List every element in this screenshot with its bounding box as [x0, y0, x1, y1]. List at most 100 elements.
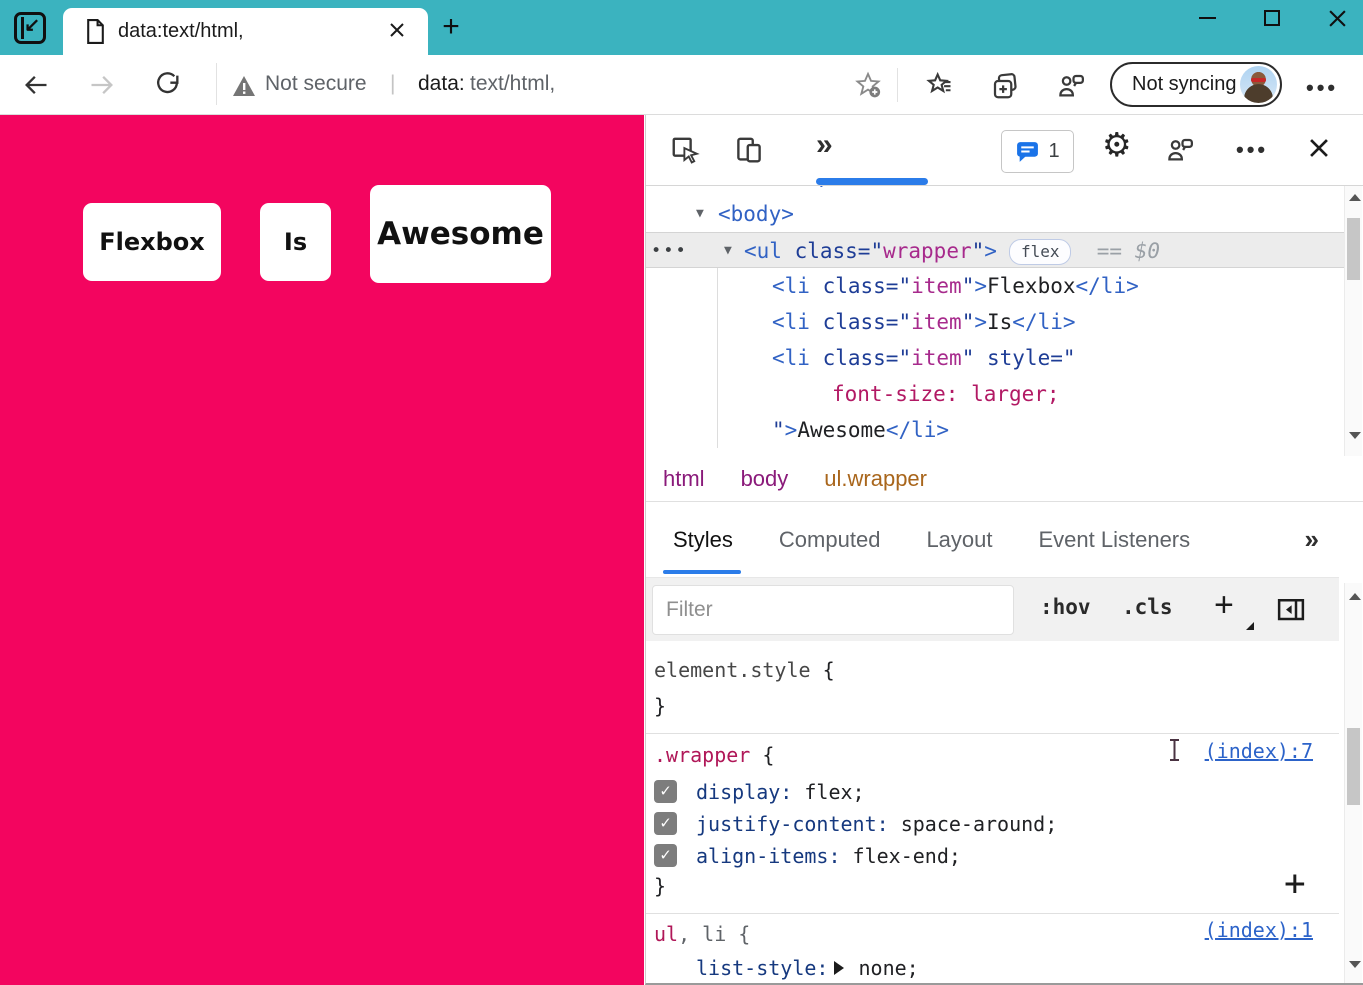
code-token: [810, 274, 823, 298]
scroll-down-arrow[interactable]: [1349, 961, 1361, 968]
code-token: class=": [823, 310, 912, 334]
devtools-feedback-icon[interactable]: [1165, 135, 1195, 165]
feedback-person-icon[interactable]: [1056, 71, 1086, 101]
tab-title: data:text/html,: [118, 20, 244, 43]
forward-button[interactable]: [88, 71, 116, 99]
elements-tree-row-li-is[interactable]: <li class="item">Is</li>: [646, 304, 1344, 340]
property-display[interactable]: ✓ display: flex;: [646, 776, 1339, 808]
elements-tree-row-li-style-open[interactable]: <li class="item" style=": [646, 340, 1344, 376]
ul-li-rule-selector[interactable]: ul, li {: [654, 918, 750, 950]
code-token: Awesome: [797, 418, 886, 442]
issues-counter[interactable]: 1: [1001, 130, 1074, 173]
scroll-up-arrow[interactable]: [1349, 593, 1361, 600]
breadcrumb-html[interactable]: html: [663, 466, 705, 492]
styles-scrollbar[interactable]: [1344, 583, 1362, 983]
property-justify-content[interactable]: ✓ justify-content: space-around;: [646, 808, 1339, 840]
inspect-element-icon[interactable]: [670, 135, 700, 165]
more-sidebar-tabs-chevron-icon[interactable]: »: [1305, 524, 1319, 555]
toggle-sidebar-icon[interactable]: [1276, 594, 1306, 624]
row-actions-dots[interactable]: •••: [651, 233, 688, 269]
devtools-panel: » 1 ⚙ ••• <head> </head>▼<body>•••▼<ul c…: [645, 115, 1363, 985]
code-token: Flexbox: [987, 274, 1076, 298]
wrapper-rule-selector[interactable]: .wrapper {: [654, 739, 774, 771]
styles-tab-underline: [663, 570, 741, 574]
wrapper-rule-source-link[interactable]: (index):7: [1205, 739, 1313, 763]
property-checkbox[interactable]: ✓: [654, 812, 677, 835]
device-toolbar-icon[interactable]: [734, 135, 764, 165]
back-button[interactable]: [22, 71, 50, 99]
ul-li-rule-source-link[interactable]: (index):1: [1205, 918, 1313, 942]
property-checkbox[interactable]: ✓: [654, 844, 677, 867]
expander-triangle-icon[interactable]: ▼: [696, 196, 704, 232]
devtools-menu-icon[interactable]: •••: [1236, 137, 1268, 163]
code-token: </li>: [1012, 310, 1075, 334]
code-token: class=": [795, 239, 884, 263]
property-checkbox[interactable]: ✓: [654, 780, 677, 803]
devtools-close-icon[interactable]: [1308, 137, 1330, 159]
class-toggle[interactable]: .cls: [1122, 595, 1173, 619]
breadcrumb-ul-wrapper[interactable]: ul.wrapper: [824, 466, 927, 492]
add-property-button[interactable]: +: [1284, 863, 1306, 904]
elements-tree-row-head[interactable]: <head> </head>: [646, 186, 1344, 196]
code-token: <ul: [744, 239, 782, 263]
code-token: <head>: [718, 186, 794, 190]
security-label[interactable]: Not secure: [265, 72, 367, 96]
styles-filter-input[interactable]: [652, 585, 1014, 635]
rule-separator: [646, 913, 1339, 914]
code-token: item: [911, 346, 962, 370]
not-secure-warning-icon[interactable]: [232, 75, 256, 97]
code-token: [810, 346, 823, 370]
elements-tree-row-body[interactable]: ▼ <body>: [646, 196, 1344, 232]
flex-item-flexbox: Flexbox: [83, 203, 221, 281]
elements-tree-row-li-style-close[interactable]: ">Awesome</li>: [646, 412, 1344, 448]
tab-computed[interactable]: Computed: [779, 527, 881, 553]
console-reference-label: $0: [1135, 239, 1160, 263]
element-style-rule[interactable]: element.style {: [654, 654, 835, 686]
browser-menu-icon[interactable]: •••: [1306, 75, 1338, 101]
url-rest[interactable]: text/html,: [470, 72, 555, 96]
settings-gear-icon[interactable]: ⚙: [1102, 130, 1132, 160]
new-style-rule-button[interactable]: +: [1214, 586, 1234, 625]
browser-toolbar: Not secure | data: text/html, Not syncin…: [0, 55, 1363, 115]
new-rule-dropdown-corner: [1246, 622, 1254, 630]
wrapper-rule-close-brace: }: [654, 870, 666, 902]
tab-event-listeners[interactable]: Event Listeners: [1039, 527, 1191, 553]
collections-icon[interactable]: [990, 71, 1020, 101]
browser-tab[interactable]: data:text/html,: [63, 8, 428, 55]
url-scheme[interactable]: data:: [418, 72, 465, 96]
window-close-button[interactable]: [1328, 9, 1347, 28]
property-align-items[interactable]: ✓ align-items: flex-end;: [646, 840, 1339, 872]
more-tabs-chevron-icon[interactable]: »: [816, 128, 833, 162]
tab-layout[interactable]: Layout: [926, 527, 992, 553]
elements-scrollbar[interactable]: [1344, 186, 1362, 456]
code-token: <body>: [718, 202, 794, 226]
elements-tree-row-li-flexbox[interactable]: <li class="item">Flexbox</li>: [646, 268, 1344, 304]
new-tab-button[interactable]: +: [437, 14, 465, 42]
hover-state-toggle[interactable]: :hov: [1040, 595, 1091, 619]
toolbar-separator: [216, 63, 217, 105]
scrollbar-thumb[interactable]: [1347, 218, 1360, 280]
code-token: >: [974, 310, 987, 334]
scroll-up-arrow[interactable]: [1349, 194, 1361, 201]
sync-status-pill[interactable]: Not syncing: [1110, 62, 1282, 107]
expander-triangle-icon[interactable]: ▼: [724, 233, 732, 269]
expand-shorthand-icon[interactable]: [834, 961, 844, 975]
app-icon[interactable]: [14, 12, 46, 44]
property-list-style[interactable]: list-style: none;: [646, 952, 1339, 984]
window-minimize-button[interactable]: [1199, 17, 1216, 19]
favorites-star-icon[interactable]: [926, 71, 954, 99]
scroll-down-arrow[interactable]: [1349, 432, 1361, 439]
reload-button[interactable]: [154, 71, 182, 99]
rule-separator: [646, 733, 1339, 734]
elements-tree-row-ul-wrapper[interactable]: •••▼<ul class="wrapper">flex == $0: [646, 232, 1344, 268]
add-favorite-star-icon[interactable]: [854, 71, 882, 99]
tab-close-icon[interactable]: [388, 21, 406, 39]
scrollbar-thumb[interactable]: [1347, 728, 1360, 805]
flex-badge[interactable]: flex: [1009, 239, 1072, 265]
elements-tree-row-inline-style[interactable]: font-size: larger;: [646, 376, 1344, 412]
tab-styles[interactable]: Styles: [673, 527, 733, 553]
code-token: >: [984, 239, 997, 263]
code-token: wrapper: [883, 239, 972, 263]
breadcrumb-body[interactable]: body: [741, 466, 789, 492]
window-maximize-button[interactable]: [1264, 10, 1280, 26]
